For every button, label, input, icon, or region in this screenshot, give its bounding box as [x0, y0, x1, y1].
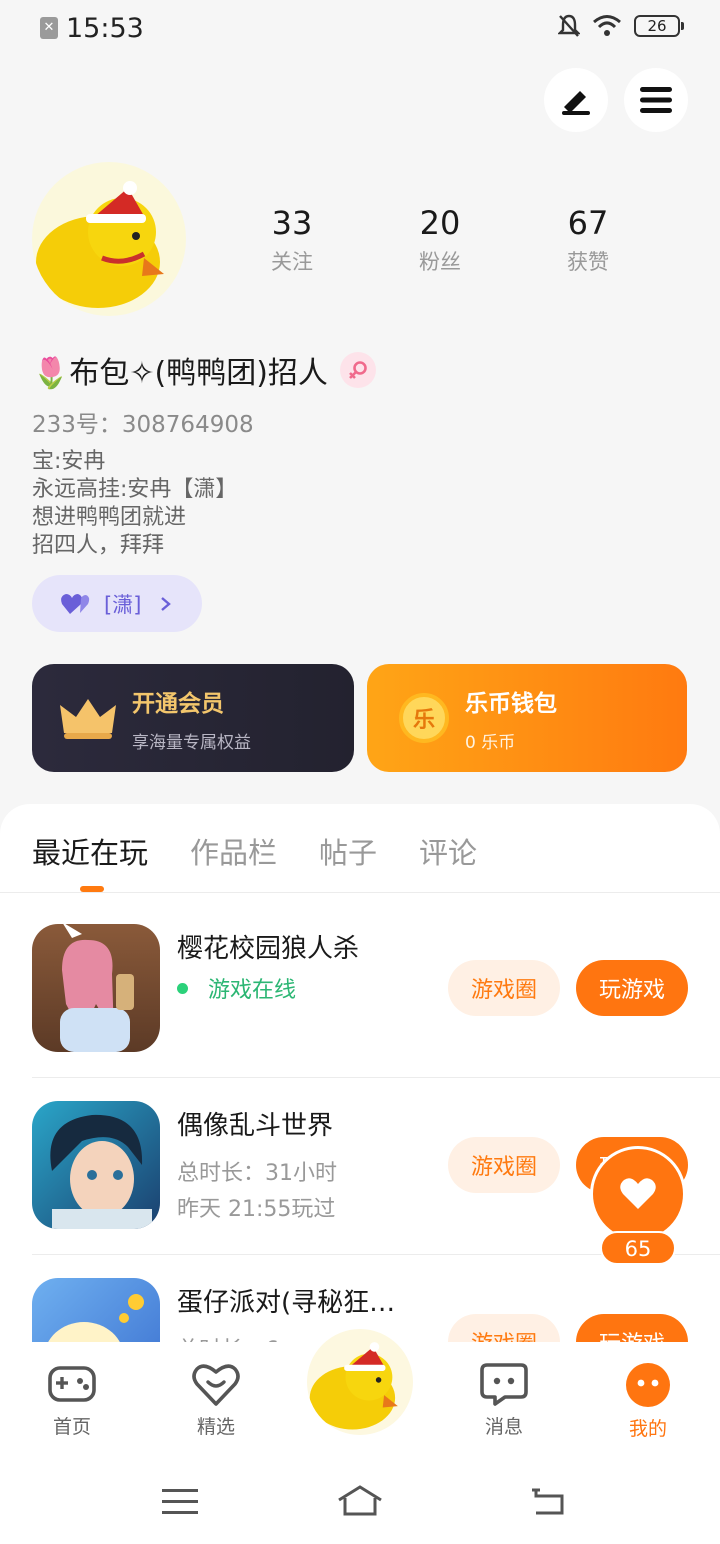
system-nav-bar	[0, 1454, 720, 1544]
status-time: 15:53	[66, 13, 144, 44]
list-item[interactable]: 樱花校园狼人杀 游戏在线 游戏圈 玩游戏	[32, 924, 720, 1054]
fan-tag-label: [潇]	[104, 592, 142, 617]
nav-featured[interactable]: 精选	[166, 1362, 266, 1439]
tab-recently-played[interactable]: 最近在玩	[32, 830, 148, 872]
wallet-title: 乐币钱包	[465, 690, 557, 717]
wallet-card[interactable]: 乐 乐币钱包 0 乐币	[367, 664, 687, 772]
nav-messages[interactable]: 消息	[454, 1362, 554, 1439]
game-circle-button[interactable]: 游戏圈	[448, 1137, 560, 1193]
nav-center-avatar[interactable]	[304, 1326, 416, 1438]
edit-profile-button[interactable]	[544, 68, 608, 132]
vip-subtitle: 享海量专属权益	[132, 732, 251, 753]
home-icon[interactable]	[336, 1484, 384, 1518]
last-played: 昨天 21:55玩过	[177, 1197, 336, 1222]
stat-following[interactable]: 33 关注	[218, 204, 366, 276]
chevron-right-icon	[161, 596, 172, 611]
back-icon[interactable]	[530, 1486, 566, 1516]
bio-line: 想进鸭鸭团就进	[32, 505, 187, 530]
status-bar: ✕ 15:53 26	[0, 0, 720, 58]
game-icon	[32, 1101, 160, 1229]
stat-fans[interactable]: 20 粉丝	[366, 204, 514, 276]
stat-number: 67	[567, 204, 609, 242]
floating-like-button[interactable]	[590, 1146, 686, 1242]
double-heart-icon	[61, 593, 90, 614]
stat-number: 20	[419, 204, 461, 242]
user-id[interactable]: 233号：308764908	[32, 405, 254, 439]
stat-label: 粉丝	[419, 250, 461, 274]
play-duration: 总时长：31小时	[177, 1161, 337, 1186]
nav-label: 精选	[196, 1416, 235, 1438]
nav-label: 消息	[484, 1416, 523, 1438]
game-circle-button[interactable]: 游戏圈	[448, 960, 560, 1016]
duck-avatar-icon	[36, 181, 164, 308]
heart-icon	[620, 1178, 656, 1209]
stat-label: 关注	[271, 250, 313, 274]
menu-button[interactable]	[624, 68, 688, 132]
profile-bio: 宝:安冉 永远高挂:安冉【潇】 想进鸭鸭团就进 招四人，拜拜	[32, 448, 237, 560]
fan-club-tag[interactable]: [潇]	[32, 575, 202, 632]
stat-likes[interactable]: 67 获赞	[514, 204, 662, 276]
online-dot-icon	[177, 982, 188, 994]
bio-line: 宝:安冉	[32, 449, 106, 474]
duck-avatar-icon	[309, 1342, 398, 1430]
stat-label: 获赞	[567, 250, 609, 274]
nav-home[interactable]: 首页	[22, 1362, 122, 1439]
vip-title: 开通会员	[132, 690, 224, 717]
online-status: 游戏在线	[177, 972, 296, 1004]
like-count: 65	[600, 1231, 676, 1265]
recent-apps-icon[interactable]	[162, 1488, 198, 1516]
online-status-label: 游戏在线	[208, 978, 297, 1003]
heart-chat-icon	[192, 1364, 240, 1406]
crown-icon	[60, 699, 116, 739]
avatar[interactable]	[32, 162, 186, 316]
vip-card[interactable]: 开通会员 享海量专属权益	[32, 664, 354, 772]
nav-label: 首页	[52, 1416, 91, 1438]
bio-line: 永远高挂:安冉【潇】	[32, 477, 238, 502]
menu-icon	[640, 87, 672, 113]
game-title: 蛋仔派对(寻秘狂…	[177, 1288, 396, 1318]
me-icon	[626, 1363, 670, 1407]
gamepad-icon	[48, 1366, 96, 1402]
game-icon	[32, 924, 160, 1052]
tab-posts[interactable]: 帖子	[319, 830, 377, 872]
divider	[0, 892, 720, 893]
divider	[32, 1077, 720, 1078]
game-title: 樱花校园狼人杀	[177, 934, 360, 964]
profile-name-row: 🌷布包✧(鸭鸭团)招人	[32, 348, 376, 392]
profile-name: 🌷布包✧(鸭鸭团)招人	[32, 356, 328, 391]
nav-me[interactable]: 我的	[598, 1362, 698, 1441]
status-icons: 26	[558, 14, 684, 38]
game-title: 偶像乱斗世界	[177, 1111, 334, 1141]
female-gender-icon	[339, 352, 376, 388]
pen-icon	[562, 91, 590, 115]
profile-tabs: 最近在玩 作品栏 帖子 评论	[32, 830, 477, 872]
wallet-balance: 0 乐币	[465, 732, 516, 753]
nav-label: 我的	[628, 1418, 667, 1440]
play-game-button[interactable]: 玩游戏	[576, 960, 688, 1016]
message-icon	[480, 1363, 528, 1406]
wifi-icon	[593, 15, 621, 36]
tab-works[interactable]: 作品栏	[190, 830, 277, 872]
battery-icon: 26	[634, 15, 684, 37]
bio-line: 招四人，拜拜	[32, 533, 165, 558]
tab-comments[interactable]: 评论	[419, 830, 477, 872]
coin-icon: 乐	[399, 693, 449, 743]
profile-stats: 33 关注 20 粉丝 67 获赞	[218, 204, 662, 276]
notification-icon: ✕	[40, 17, 58, 39]
bell-off-icon	[558, 14, 580, 37]
stat-number: 33	[271, 204, 313, 242]
